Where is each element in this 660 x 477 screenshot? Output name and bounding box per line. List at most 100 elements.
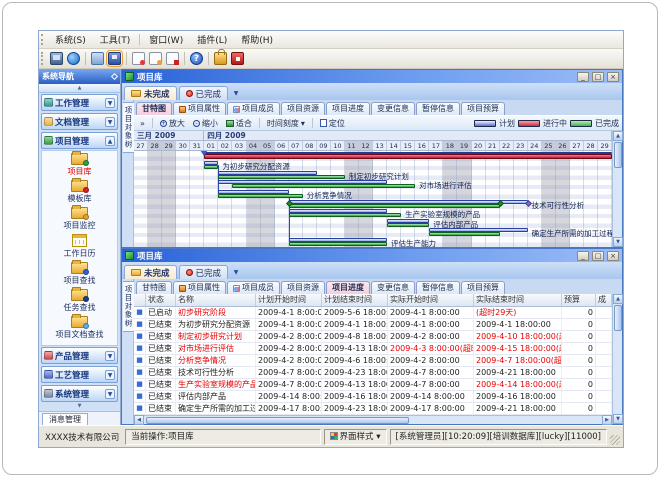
zoom-out-button[interactable]: -缩小 — [190, 117, 221, 130]
table-row[interactable]: ■已结束技术可行性分析2009-4-7 8:00:002009-4-23 18:… — [134, 367, 612, 379]
scroll-down-icon[interactable]: ▼ — [613, 414, 623, 424]
scroll-up-icon[interactable]: ▲ — [613, 294, 623, 304]
menu-item-窗口(W)[interactable]: 窗口(W) — [142, 32, 190, 47]
detail-tab-变更信息[interactable]: 变更信息 — [371, 102, 415, 115]
pin-icon[interactable] — [111, 73, 118, 80]
chevron-down-icon[interactable]: ▼ — [105, 117, 115, 127]
close-button[interactable]: × — [607, 251, 619, 261]
detail-tab-项目属性[interactable]: 项目属性 — [173, 102, 226, 115]
toolbar-grip[interactable] — [41, 52, 46, 65]
table-horizontal-scrollbar[interactable]: ◀ ▶ — [134, 415, 612, 424]
sidebar-item-项目查找[interactable]: 项目查找 — [64, 262, 96, 286]
gantt-actual-bar[interactable] — [289, 213, 401, 217]
chevron-down-icon[interactable]: ▼ — [105, 351, 115, 361]
more-tools-button[interactable]: » — [137, 117, 148, 130]
table-row[interactable]: ■已启动初步研究阶段2009-4-1 8:00:002009-5-6 18:00… — [134, 307, 612, 319]
gantt-actual-bar[interactable] — [289, 204, 500, 208]
detail-tab-项目进度[interactable]: 项目进度 — [326, 102, 370, 115]
detail-tab-暂停信息[interactable]: 暂停信息 — [416, 281, 460, 294]
gantt-actual-bar[interactable] — [232, 184, 415, 188]
sidebar-group-文档管理[interactable]: 文档管理▼ — [41, 113, 118, 130]
scroll-up-icon[interactable]: ▲ — [613, 131, 623, 141]
table-row[interactable]: ■已结束对市场进行评估2009-4-2 8:00:002009-4-13 18:… — [134, 343, 612, 355]
sidebar-group-项目管理[interactable]: 项目管理▲ — [41, 132, 118, 149]
ui-style-button[interactable]: 界面样式 ▾ — [324, 429, 387, 445]
column-header-实际结束时间[interactable]: 实际结束时间 — [474, 294, 562, 306]
minimize-button[interactable]: _ — [577, 72, 589, 82]
table-row[interactable]: ■已结束为初步研究分配资源2009-4-1 8:00:002009-4-1 18… — [134, 319, 612, 331]
table-row[interactable]: ■已结束分析竞争情况2009-4-2 8:00:002009-4-6 18:00… — [134, 355, 612, 367]
sidebar-group-工作管理[interactable]: 工作管理▼ — [41, 94, 118, 111]
gantt-summary-bar[interactable] — [204, 154, 612, 159]
sidebar-item-任务查找[interactable]: 任务查找 — [64, 289, 96, 313]
detail-tab-项目属性[interactable]: 项目属性 — [173, 281, 226, 294]
detail-tab-项目成员[interactable]: 项目成员 — [227, 281, 280, 294]
view-tab-未完成[interactable]: 未完成 — [124, 265, 177, 279]
scroll-right-icon[interactable]: ▶ — [602, 415, 612, 425]
close-button[interactable]: × — [607, 72, 619, 82]
table-row[interactable]: ■已结束确定生产所需的加工过程2009-4-17 8:00:002009-4-2… — [134, 403, 612, 415]
column-header-状态[interactable]: 状态 — [146, 294, 176, 306]
chevron-down-icon[interactable]: ▼ — [105, 370, 115, 380]
sidebar-collapse-button[interactable]: ▲ — [39, 84, 120, 93]
sidebar-item-项目库[interactable]: 项目库 — [68, 153, 92, 177]
detail-tab-项目预算[interactable]: 项目预算 — [461, 281, 505, 294]
detail-tab-项目资源[interactable]: 项目资源 — [281, 102, 325, 115]
detail-tab-变更信息[interactable]: 变更信息 — [371, 281, 415, 294]
sidebar-item-项目监控[interactable]: 项目监控 — [64, 207, 96, 231]
table-window-titlebar[interactable]: 项目库 _ □ × — [122, 249, 622, 262]
scroll-thumb[interactable] — [614, 305, 622, 331]
sidebar-mini-collapse[interactable]: ▼ — [39, 403, 120, 411]
open-folder-icon[interactable] — [91, 52, 104, 65]
gantt-grid[interactable]: 为初步研究分配资源制定初步研究计划对市场进行评估分析竞争情况技术可行性分析生产实… — [134, 151, 612, 247]
chevron-down-icon[interactable]: ▼ — [105, 389, 115, 399]
detail-tab-甘特图[interactable]: 甘特图 — [136, 102, 172, 115]
gantt-actual-bar[interactable] — [289, 242, 387, 246]
view-tab-已完成[interactable]: 已完成 — [179, 265, 229, 279]
lock-icon[interactable] — [214, 52, 227, 65]
view-tab-已完成[interactable]: 已完成 — [179, 86, 229, 100]
gantt-window-titlebar[interactable]: 项目库 _ □ × — [122, 70, 622, 83]
maximize-button[interactable]: □ — [592, 72, 604, 82]
table-vertical-scrollbar[interactable]: ▲ ▼ — [612, 294, 622, 424]
fit-button[interactable]: 适合 — [223, 117, 255, 130]
gantt-plan-bar[interactable] — [289, 200, 528, 204]
detail-tab-甘特图[interactable]: 甘特图 — [136, 281, 172, 294]
scroll-thumb[interactable] — [614, 142, 622, 168]
gantt-actual-bar[interactable] — [429, 232, 499, 236]
table-row[interactable]: ■已结束评估内部产品2009-4-14 8:00:002009-4-16 18:… — [134, 391, 612, 403]
gantt-actual-bar[interactable] — [204, 165, 218, 169]
sidebar-item-工作日历[interactable]: 工作日历 — [64, 234, 96, 259]
menu-item-插件(L)[interactable]: 插件(L) — [190, 32, 234, 47]
detail-tab-项目成员[interactable]: 项目成员 — [227, 102, 280, 115]
table-row[interactable]: ■已结束生产实验室规模的产品2009-4-7 8:00:002009-4-13 … — [134, 379, 612, 391]
time-scale-button[interactable]: 时间刻度▾ — [264, 117, 308, 130]
chevron-down-icon[interactable]: ▼ — [105, 98, 115, 108]
sidebar-group-系统管理[interactable]: 系统管理▼ — [41, 385, 118, 402]
sidebar-item-模板库[interactable]: 模板库 — [68, 180, 92, 204]
computer-icon[interactable] — [50, 52, 63, 65]
doc-delete-icon[interactable] — [166, 52, 179, 65]
column-header-成[interactable]: 成 — [596, 294, 612, 306]
menu-item-帮助(H)[interactable]: 帮助(H) — [234, 32, 280, 47]
sidebar-group-工艺管理[interactable]: 工艺管理▼ — [41, 366, 118, 383]
help-icon[interactable]: ? — [190, 52, 203, 65]
doc-new-icon[interactable] — [132, 52, 145, 65]
table-row[interactable]: ■已结束制定初步研究计划2009-4-2 8:00:002009-4-8 18:… — [134, 331, 612, 343]
doc-edit-icon[interactable] — [149, 52, 162, 65]
gantt-actual-bar[interactable] — [218, 194, 302, 198]
sidebar-group-产品管理[interactable]: 产品管理▼ — [41, 347, 118, 364]
detail-tab-项目预算[interactable]: 项目预算 — [461, 102, 505, 115]
detail-tab-项目进度[interactable]: 项目进度 — [326, 281, 370, 294]
view-tab-未完成[interactable]: 未完成 — [124, 86, 177, 100]
tab-overflow-icon[interactable]: ▼ — [230, 267, 242, 279]
menu-item-工具(T)[interactable]: 工具(T) — [93, 32, 138, 47]
menu-item-系统(S)[interactable]: 系统(S) — [48, 32, 93, 47]
stop-icon[interactable] — [231, 52, 244, 65]
gantt-vertical-scrollbar[interactable]: ▲ ▼ — [612, 131, 622, 247]
scroll-down-icon[interactable]: ▼ — [613, 237, 623, 247]
locate-button[interactable]: 定位 — [317, 117, 348, 130]
column-header-实际开始时间[interactable]: 实际开始时间 — [388, 294, 474, 306]
column-header-计划开始时间[interactable]: 计划开始时间 — [256, 294, 322, 306]
column-header-计划结束时间[interactable]: 计划结束时间 — [322, 294, 388, 306]
